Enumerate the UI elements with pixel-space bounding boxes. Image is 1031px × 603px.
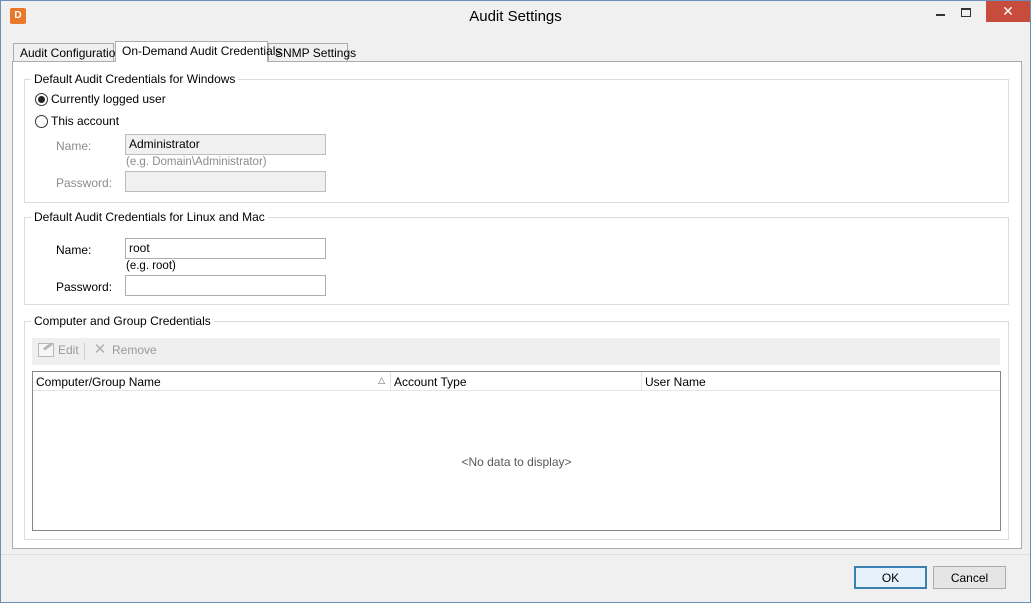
minimize-button[interactable] [927, 1, 953, 23]
windows-password-input[interactable] [125, 171, 326, 192]
maximize-button[interactable] [953, 1, 979, 23]
computer-group-legend: Computer and Group Credentials [31, 314, 214, 328]
linux-name-hint: (e.g. root) [126, 260, 176, 272]
edit-label: Edit [58, 343, 79, 357]
title-bar[interactable]: D Audit Settings ✕ [1, 1, 1030, 32]
maximize-icon [961, 7, 971, 17]
grid-header: Computer/Group Name △ Account Type User … [33, 372, 1000, 391]
windows-password-label: Password: [56, 176, 113, 190]
footer-divider [1, 554, 1030, 555]
close-button[interactable]: ✕ [986, 1, 1030, 22]
cancel-button[interactable]: Cancel [933, 566, 1006, 589]
remove-button[interactable]: ✕ Remove [92, 341, 157, 358]
window-title: Audit Settings [469, 8, 562, 25]
grid-empty-message: <No data to display> [461, 455, 572, 469]
windows-name-label: Name: [56, 139, 92, 153]
column-header-computer-group-name[interactable]: Computer/Group Name △ [33, 372, 391, 391]
remove-icon: ✕ [93, 341, 107, 358]
windows-group-legend: Default Audit Credentials for Windows [31, 72, 239, 86]
toolbar-separator [84, 343, 85, 360]
radio-checked-icon [35, 92, 48, 106]
tab-audit-configuration[interactable]: Audit Configuration [13, 43, 122, 62]
linux-password-input[interactable] [125, 275, 326, 296]
windows-name-hint: (e.g. Domain\Administrator) [126, 156, 267, 168]
remove-label: Remove [112, 343, 157, 357]
close-icon: ✕ [1002, 3, 1014, 19]
radio-this-account[interactable]: This account [35, 114, 119, 128]
edit-icon [38, 343, 54, 357]
radio-unchecked-icon [35, 114, 48, 128]
minimize-icon [935, 14, 945, 16]
windows-name-input[interactable]: Administrator [125, 134, 326, 155]
tab-on-demand-audit-credentials[interactable]: On-Demand Audit Credentials [115, 41, 281, 62]
ok-button[interactable]: OK [854, 566, 927, 589]
column-header-user-name[interactable]: User Name [642, 372, 1000, 391]
linux-password-label: Password: [56, 280, 113, 294]
credentials-grid[interactable]: Computer/Group Name △ Account Type User … [32, 371, 1001, 531]
sort-ascending-icon: △ [378, 375, 385, 385]
radio-currently-logged-user-label: Currently logged user [51, 92, 166, 106]
radio-currently-logged-user[interactable]: Currently logged user [35, 92, 166, 106]
radio-this-account-label: This account [51, 114, 120, 128]
linux-group-legend: Default Audit Credentials for Linux and … [31, 210, 268, 224]
edit-button[interactable]: Edit [38, 343, 79, 357]
audit-settings-window: D Audit Settings ✕ Audit Configuration O… [0, 0, 1031, 603]
credentials-toolbar: Edit ✕ Remove [32, 338, 1000, 365]
linux-name-input[interactable]: root [125, 238, 326, 259]
column-header-account-type[interactable]: Account Type [391, 372, 642, 391]
linux-name-label: Name: [56, 243, 92, 257]
